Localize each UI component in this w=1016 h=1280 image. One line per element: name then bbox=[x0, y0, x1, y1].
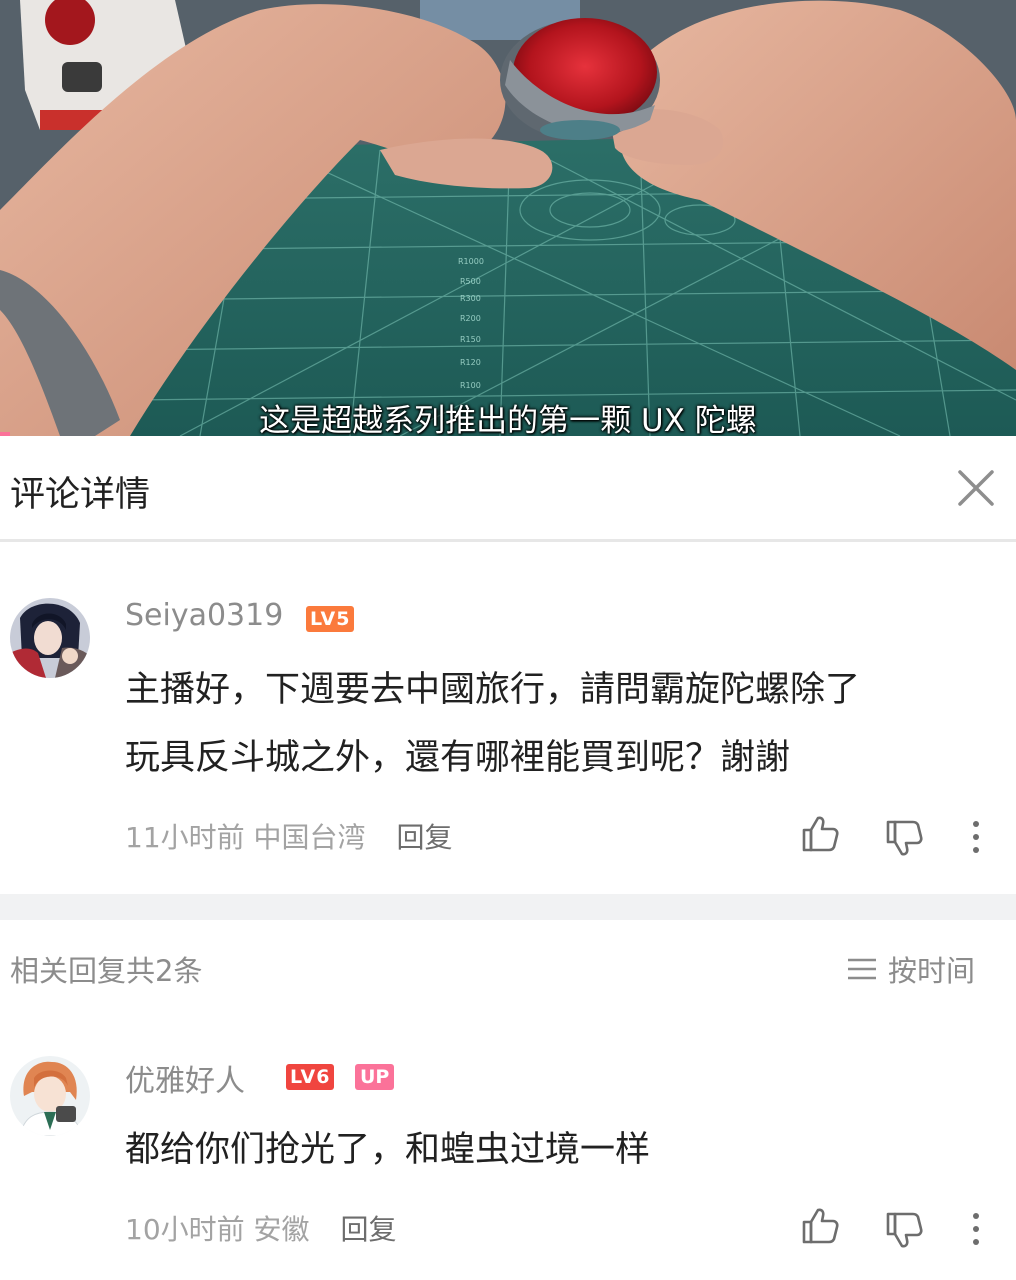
comment-detail-header: 评论详情 bbox=[0, 436, 1016, 542]
svg-text:R1000: R1000 bbox=[458, 257, 484, 266]
user-avatar-image bbox=[10, 1056, 90, 1136]
thumbs-up-icon bbox=[802, 816, 839, 852]
level-badge: LV5 bbox=[306, 606, 355, 632]
svg-text:R120: R120 bbox=[460, 358, 481, 367]
svg-text:R150: R150 bbox=[460, 335, 481, 344]
more-options-button[interactable] bbox=[956, 1210, 996, 1250]
comment-time: 11小时前 bbox=[125, 821, 245, 854]
up-badge: UP bbox=[355, 1064, 395, 1090]
section-divider bbox=[0, 894, 1016, 920]
thumbs-down-icon bbox=[886, 1212, 923, 1248]
reply-button[interactable]: 回复 bbox=[340, 1213, 396, 1246]
svg-text:R200: R200 bbox=[460, 314, 481, 323]
comment-text[interactable]: 都给你们抢光了，和蝗虫过境一样 bbox=[125, 1116, 650, 1184]
dislike-button[interactable] bbox=[884, 818, 924, 858]
reply-comment: 优雅好人 LV6 UP 都给你们抢光了，和蝗虫过境一样 10小时前 安徽 回复 bbox=[0, 1012, 1016, 1280]
sort-by-time-button[interactable]: 按时间 bbox=[846, 948, 975, 990]
comment-text-line-2: 玩具反斗城之外，還有哪裡能買到呢？謝謝 bbox=[125, 738, 791, 778]
sort-lines-icon bbox=[848, 958, 876, 980]
video-frame: R1000 R500 R300 R200 R150 R120 R100 bbox=[0, 0, 1016, 436]
like-button[interactable] bbox=[800, 1206, 840, 1246]
username[interactable]: Seiya0319 bbox=[125, 598, 283, 633]
more-vertical-icon bbox=[973, 1213, 979, 1245]
dislike-button[interactable] bbox=[884, 1210, 924, 1250]
replies-count: 相关回复共2条 bbox=[10, 954, 203, 988]
comment-location: 安徽 bbox=[253, 1213, 310, 1246]
video-player[interactable]: R1000 R500 R300 R200 R150 R120 R100 这是超越… bbox=[0, 0, 1016, 436]
comment-location: 中国台湾 bbox=[253, 821, 366, 854]
close-button[interactable] bbox=[954, 466, 998, 510]
thumbs-up-icon bbox=[802, 1208, 839, 1244]
video-subtitle: 这是超越系列推出的第一颗 UX 陀螺 bbox=[259, 403, 757, 436]
comment-meta: 11小时前 中国台湾 回复 bbox=[125, 816, 452, 856]
page-title: 评论详情 bbox=[10, 475, 151, 515]
sort-label: 按时间 bbox=[888, 954, 976, 988]
svg-text:R500: R500 bbox=[460, 277, 481, 286]
level-badge: LV6 bbox=[286, 1064, 335, 1090]
replies-header: 相关回复共2条 按时间 bbox=[0, 920, 1016, 1012]
avatar[interactable] bbox=[10, 1056, 90, 1136]
username[interactable]: 优雅好人 bbox=[125, 1056, 245, 1100]
comment-text-line-1: 主播好，下週要去中國旅行，請問霸旋陀螺除了 bbox=[125, 670, 861, 710]
svg-text:R100: R100 bbox=[460, 381, 481, 390]
comment-meta: 10小时前 安徽 回复 bbox=[125, 1208, 396, 1248]
comment-time: 10小时前 bbox=[125, 1213, 245, 1246]
main-comment: Seiya0319 LV5 主播好，下週要去中國旅行，請問霸旋陀螺除了 玩具反斗… bbox=[0, 542, 1016, 894]
more-vertical-icon bbox=[973, 821, 979, 853]
avatar[interactable] bbox=[10, 598, 90, 678]
more-options-button[interactable] bbox=[956, 818, 996, 858]
like-button[interactable] bbox=[800, 814, 840, 854]
reply-button[interactable]: 回复 bbox=[396, 821, 452, 854]
thumbs-down-icon bbox=[886, 820, 923, 856]
svg-text:R300: R300 bbox=[460, 294, 481, 303]
comment-text[interactable]: 主播好，下週要去中國旅行，請問霸旋陀螺除了 玩具反斗城之外，還有哪裡能買到呢？謝… bbox=[125, 656, 860, 792]
user-avatar-image bbox=[10, 598, 90, 678]
close-icon bbox=[958, 470, 994, 506]
